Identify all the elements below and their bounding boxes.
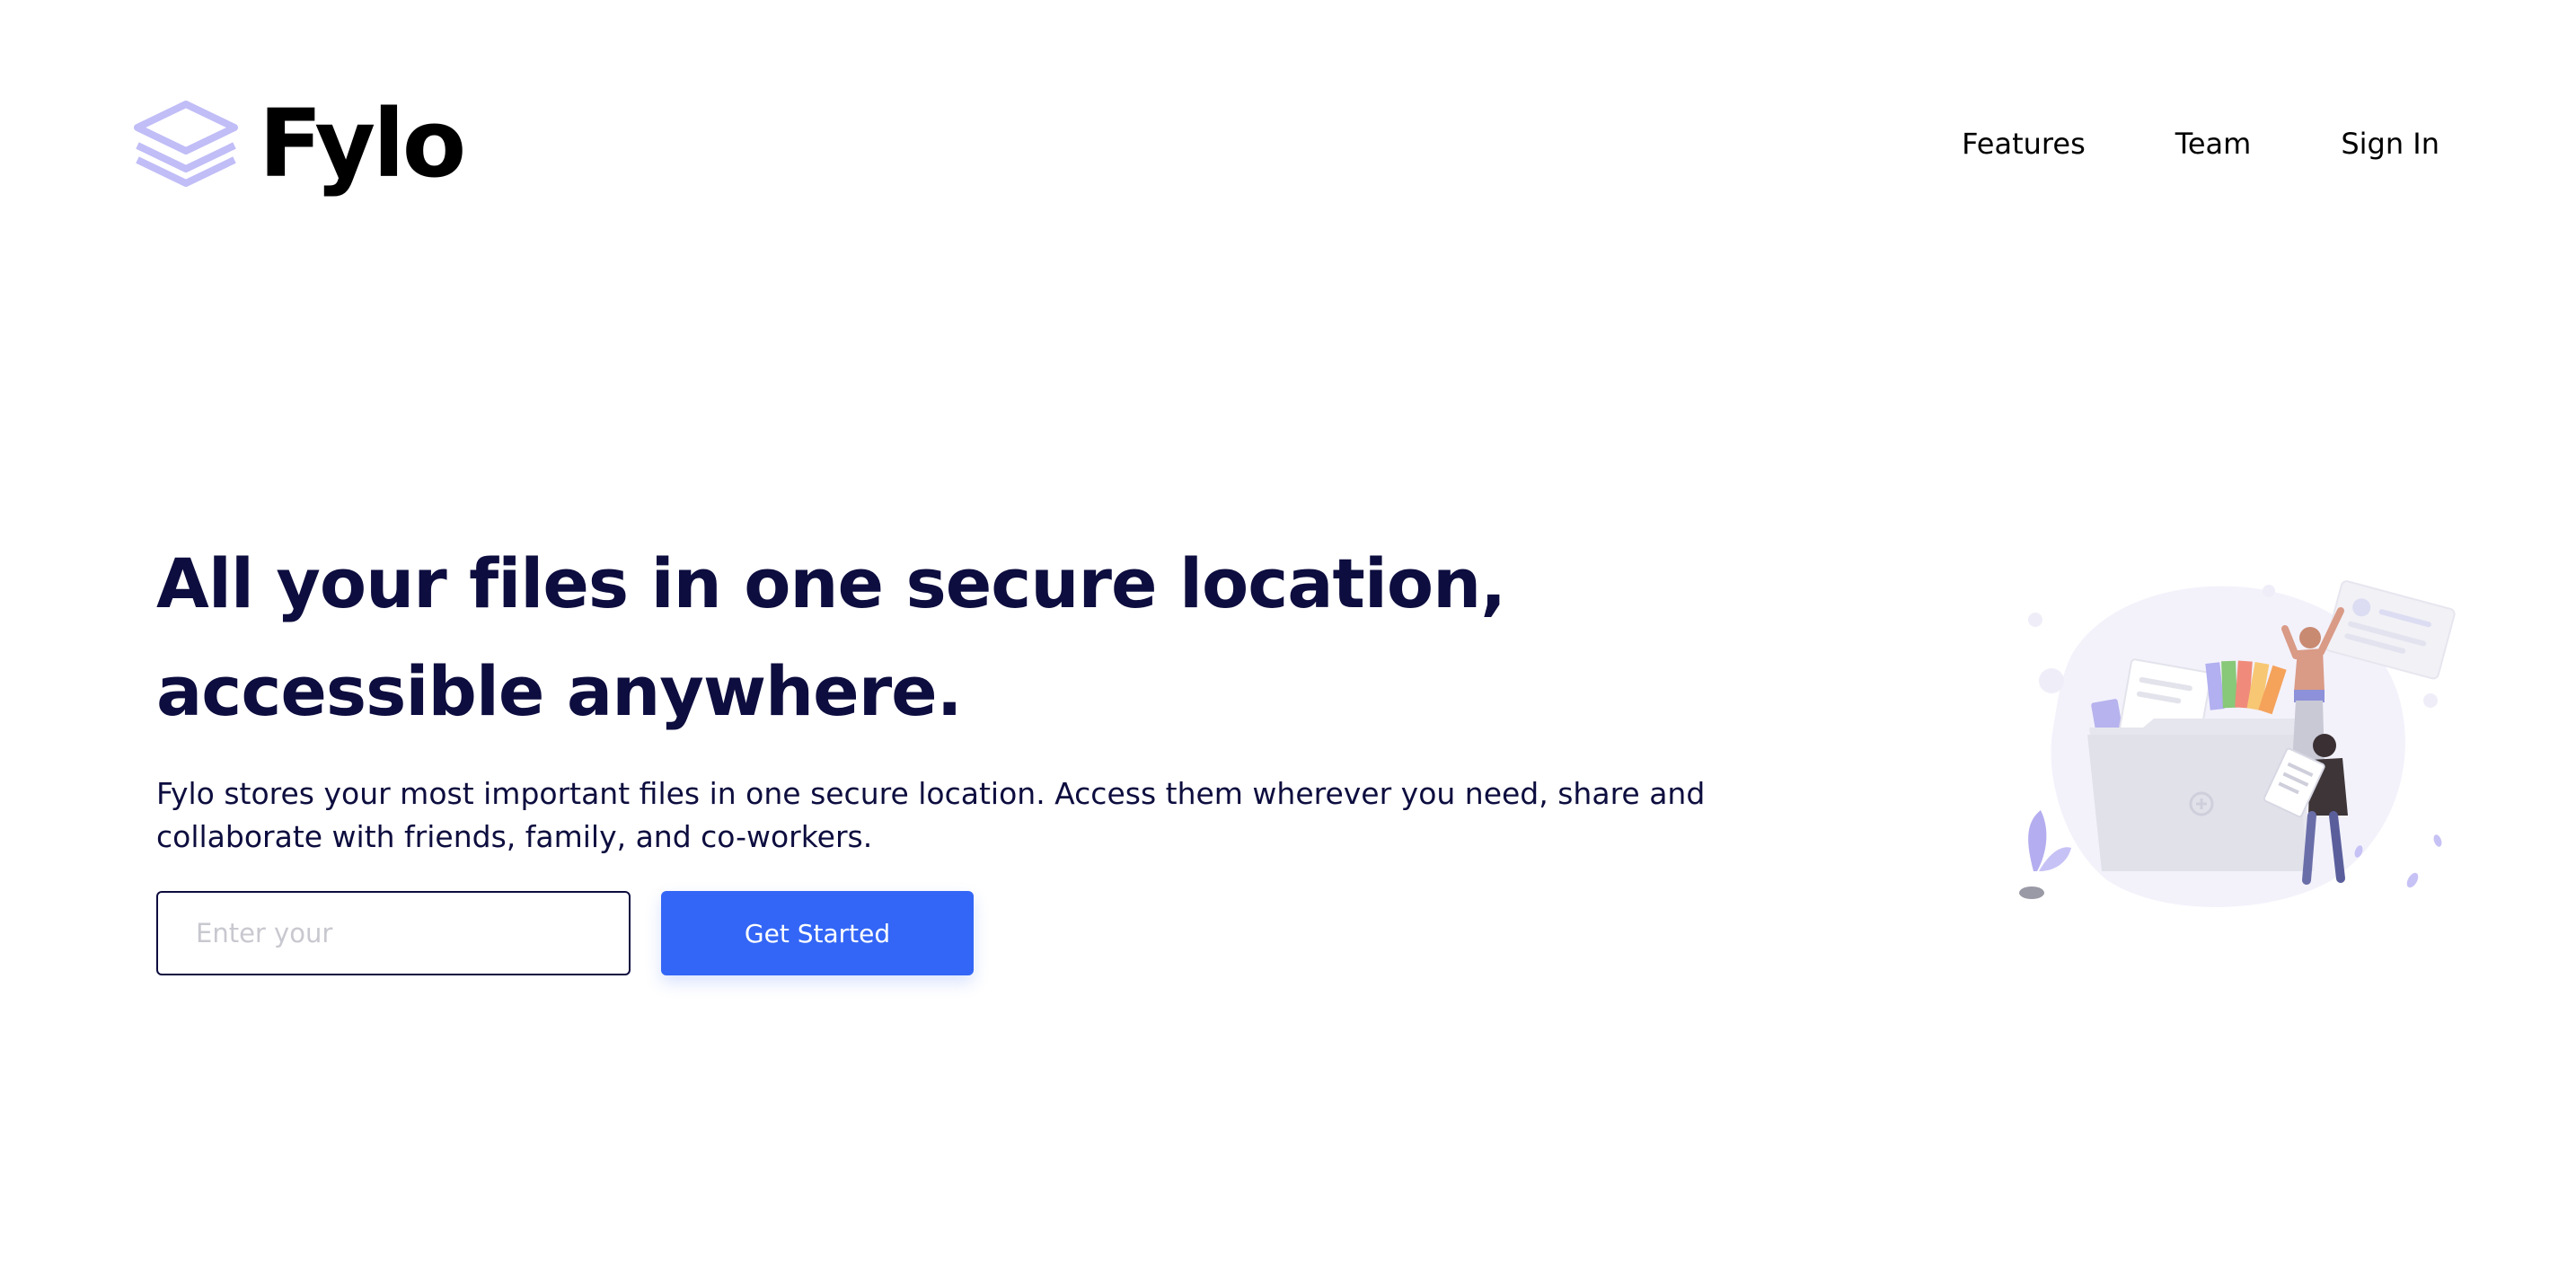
site-header: Fylo Features Team Sign In	[133, 90, 2443, 198]
hero-title: All your files in one secure location, a…	[156, 543, 1506, 731]
brand-logo[interactable]: Fylo	[133, 89, 466, 198]
hero-section: All your files in one secure location, a…	[156, 530, 1881, 975]
nav-link-team[interactable]: Team	[2175, 127, 2252, 161]
brand-name: Fylo	[259, 89, 466, 198]
main-nav: Features Team Sign In	[1962, 127, 2443, 161]
signup-form: Get Started	[156, 891, 1881, 975]
landing-page: Fylo Features Team Sign In All your file…	[0, 0, 2576, 1279]
people-organizing-files-illustration	[2008, 575, 2457, 916]
email-input[interactable]	[156, 891, 631, 975]
get-started-button[interactable]: Get Started	[661, 891, 974, 975]
stacked-layers-icon	[134, 101, 238, 187]
hero-description: Fylo stores your most important files in…	[156, 776, 1706, 854]
nav-link-features[interactable]: Features	[1962, 127, 2086, 161]
nav-link-sign-in[interactable]: Sign In	[2341, 127, 2439, 161]
